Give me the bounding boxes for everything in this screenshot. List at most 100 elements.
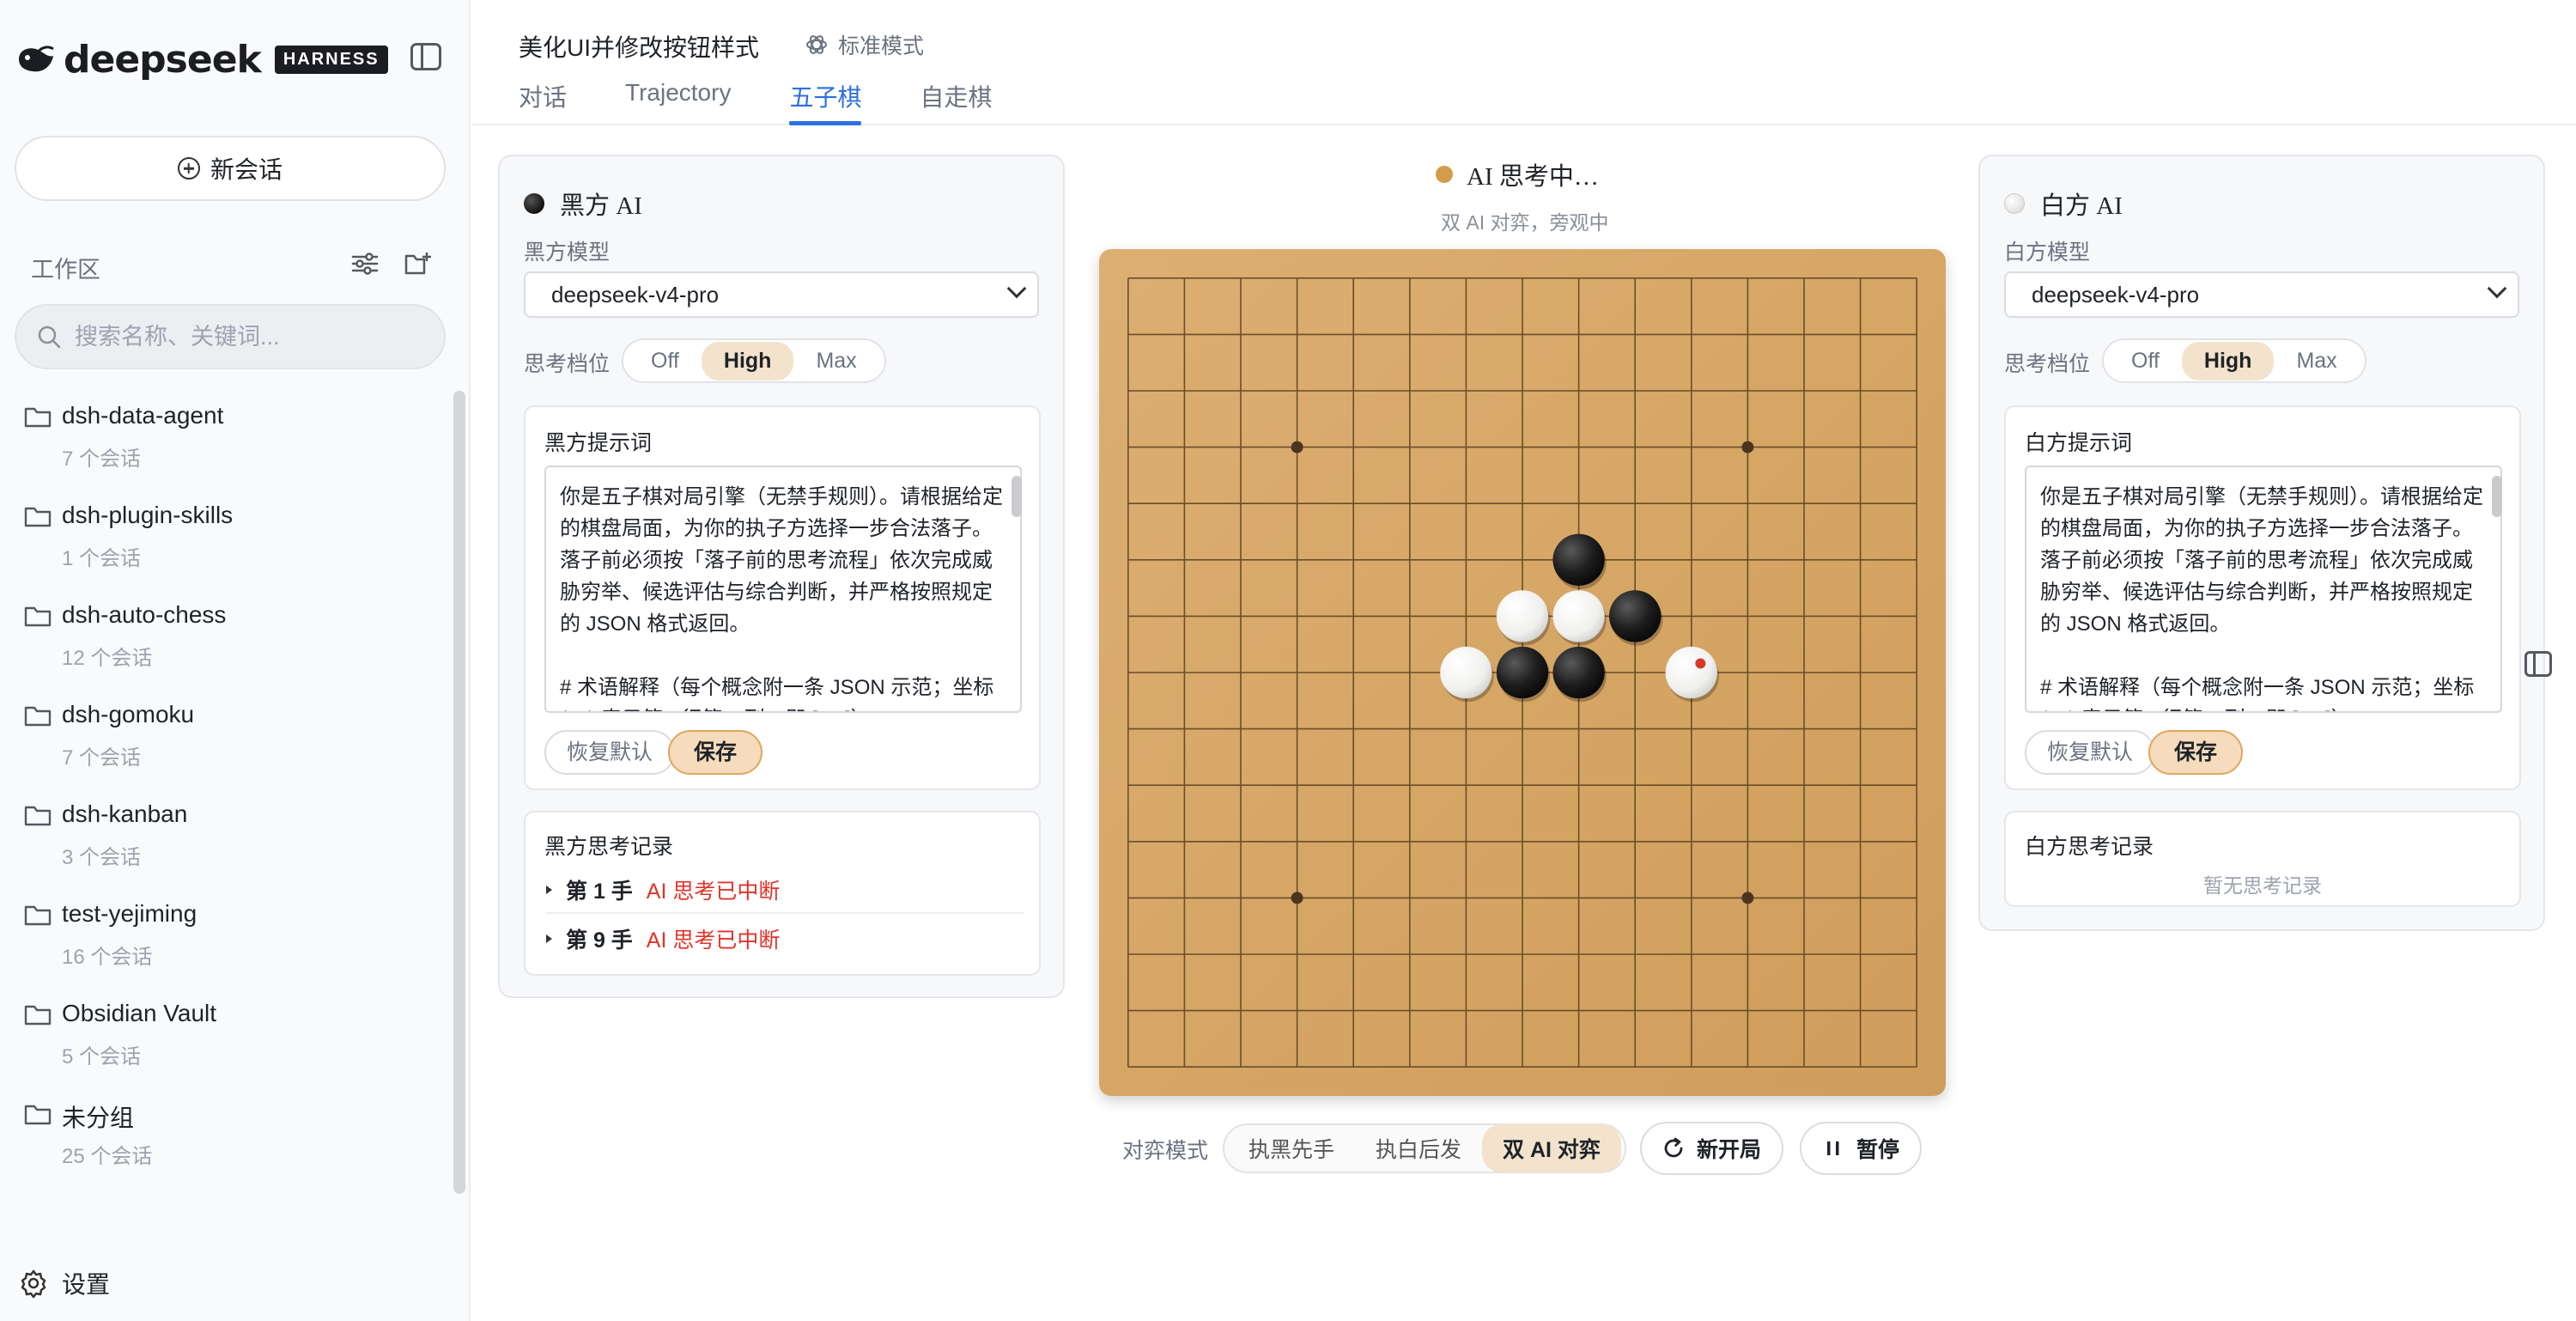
folder-item[interactable]: 未分组 25 个会话 (24, 1094, 445, 1194)
pause-label: 暂停 (1856, 1138, 1900, 1162)
status-dot (1436, 166, 1453, 183)
new-game-button[interactable]: 新开局 (1640, 1122, 1784, 1175)
black-save-button[interactable]: 保存 (668, 730, 763, 775)
folder-item[interactable]: Obsidian Vault 5 个会话 (24, 995, 445, 1094)
new-chat-label: 新会话 (210, 156, 283, 183)
chevron-down-icon (2487, 278, 2507, 299)
white-think-high[interactable]: High (2181, 341, 2275, 380)
play-mode-label: 对弈模式 (1122, 1139, 1209, 1163)
tab-gomoku[interactable]: 五子棋 (789, 79, 862, 125)
black-think-max[interactable]: Max (793, 342, 878, 380)
folder-item[interactable]: test-yejiming 16 个会话 (24, 895, 445, 995)
star-point (1741, 441, 1754, 454)
white-think-level-toggle: Off High Max (2102, 338, 2366, 383)
white-prompt-scrollbar[interactable] (2492, 476, 2502, 517)
folder-item[interactable]: dsh-data-agent 7 个会话 (24, 397, 445, 496)
gomoku-board[interactable] (1099, 249, 1946, 1096)
sidebar-scrollbar[interactable] (453, 391, 465, 1194)
black-log-entry[interactable]: 第 9 手 AI 思考已中断 (546, 916, 1024, 962)
folder-name: 未分组 (62, 1105, 135, 1131)
black-log-entry[interactable]: 第 1 手 AI 思考已中断 (546, 867, 1024, 914)
white-log-title: 白方思考记录 (2025, 835, 2154, 859)
folder-name: dsh-gomoku (62, 701, 195, 727)
black-prompt-textarea[interactable]: 你是五子棋对局引擎（无禁手规则）。请根据给定的棋盘局面，为你的执子方选择一步合法… (544, 466, 1022, 713)
folder-item[interactable]: dsh-auto-chess 12 个会话 (24, 596, 445, 696)
white-stone-icon (2004, 193, 2025, 214)
folder-count: 25 个会话 (62, 1145, 153, 1168)
folder-item[interactable]: dsh-kanban 3 个会话 (24, 795, 445, 895)
black-prompt-scrollbar[interactable] (1012, 476, 1022, 517)
tab-bar: 对话 Trajectory 五子棋 自走棋 (519, 79, 1050, 125)
folder-icon (24, 407, 52, 428)
search-input[interactable] (75, 323, 418, 350)
settings-button[interactable]: 设置 (19, 1266, 110, 1300)
right-panel-toggle-icon[interactable] (2524, 651, 2552, 677)
white-reset-button[interactable]: 恢复默认 (2025, 730, 2156, 775)
folder-icon (24, 1005, 52, 1026)
filter-sliders-icon[interactable] (350, 251, 380, 277)
white-save-button[interactable]: 保存 (2148, 730, 2244, 775)
folder-count: 5 个会话 (62, 1045, 142, 1068)
log-move: 第 1 手 (566, 880, 633, 904)
folder-name: dsh-kanban (62, 801, 188, 827)
mode-label: 标准模式 (838, 34, 925, 58)
black-log-title: 黑方思考记录 (544, 835, 674, 859)
pause-icon (1827, 1141, 1839, 1155)
pause-button[interactable]: 暂停 (1800, 1122, 1923, 1175)
white-model-select[interactable]: deepseek-v4-pro (2004, 271, 2519, 318)
black-model-select[interactable]: deepseek-v4-pro (524, 271, 1039, 318)
black-panel-title: 黑方 AI (560, 192, 642, 220)
new-folder-icon[interactable] (404, 251, 433, 277)
expand-triangle-icon (546, 934, 552, 943)
workspace-label: 工作区 (31, 257, 100, 283)
black-think-high[interactable]: High (701, 341, 794, 380)
folder-count: 1 个会话 (62, 547, 142, 570)
log-status: AI 思考已中断 (646, 928, 781, 953)
refresh-icon (1664, 1137, 1683, 1158)
game-status: AI 思考中… (1436, 156, 1599, 192)
plus-circle-icon (177, 157, 200, 180)
conversation-title: 美化UI并修改按钮样式 (519, 34, 760, 61)
search-box[interactable] (15, 304, 446, 369)
folder-count: 12 个会话 (62, 647, 153, 670)
black-stone (1552, 533, 1605, 586)
new-chat-button[interactable]: 新会话 (15, 136, 446, 201)
black-reset-button[interactable]: 恢复默认 (544, 730, 676, 775)
new-game-label: 新开局 (1697, 1138, 1762, 1162)
white-think-max[interactable]: Max (2274, 342, 2359, 380)
white-stone (1496, 590, 1549, 642)
white-prompt-textarea[interactable]: 你是五子棋对局引擎（无禁手规则）。请根据给定的棋盘局面，为你的执子方选择一步合法… (2025, 466, 2502, 713)
whale-logo-icon (19, 46, 54, 72)
brand: deepseek HARNESS (15, 38, 388, 82)
white-think-off[interactable]: Off (2109, 342, 2182, 380)
black-stone (1552, 646, 1605, 699)
star-point (1291, 892, 1303, 904)
black-think-label: 思考档位 (524, 352, 611, 376)
tab-trajectory[interactable]: Trajectory (625, 79, 731, 125)
white-stone (1665, 646, 1717, 699)
folder-name: dsh-plugin-skills (62, 502, 234, 528)
folder-item[interactable]: dsh-plugin-skills 1 个会话 (24, 496, 445, 596)
folder-icon (24, 905, 52, 926)
chevron-down-icon (1006, 278, 1027, 299)
game-substatus: 双 AI 对弈，旁观中 (1441, 211, 1609, 234)
sidebar: deepseek HARNESS 新会话 工作区 dsh-data-agent 7… (0, 0, 471, 1321)
play-mode-toggle: 执黑先手 执白后发 双 AI 对弈 (1223, 1123, 1626, 1173)
folder-icon (24, 706, 52, 727)
black-think-off[interactable]: Off (629, 342, 702, 380)
mode-play-white[interactable]: 执白后发 (1355, 1124, 1482, 1172)
folder-icon (24, 507, 52, 527)
mode-play-black[interactable]: 执黑先手 (1228, 1124, 1355, 1172)
folder-item[interactable]: dsh-gomoku 7 个会话 (24, 696, 445, 795)
black-panel-header: 黑方 AI (524, 186, 642, 222)
folder-icon (24, 606, 52, 627)
sidebar-toggle-icon[interactable] (410, 43, 441, 70)
mode-dual-ai[interactable]: 双 AI 对弈 (1482, 1124, 1621, 1172)
mode-badge[interactable]: 标准模式 (804, 29, 924, 60)
white-prompt-title: 白方提示词 (2025, 431, 2133, 455)
white-think-label: 思考档位 (2004, 352, 2091, 376)
tab-auto-chess[interactable]: 自走棋 (920, 79, 992, 125)
tab-chat[interactable]: 对话 (519, 79, 567, 125)
board-canvas[interactable] (1099, 249, 1946, 1096)
log-status: AI 思考已中断 (646, 880, 781, 904)
